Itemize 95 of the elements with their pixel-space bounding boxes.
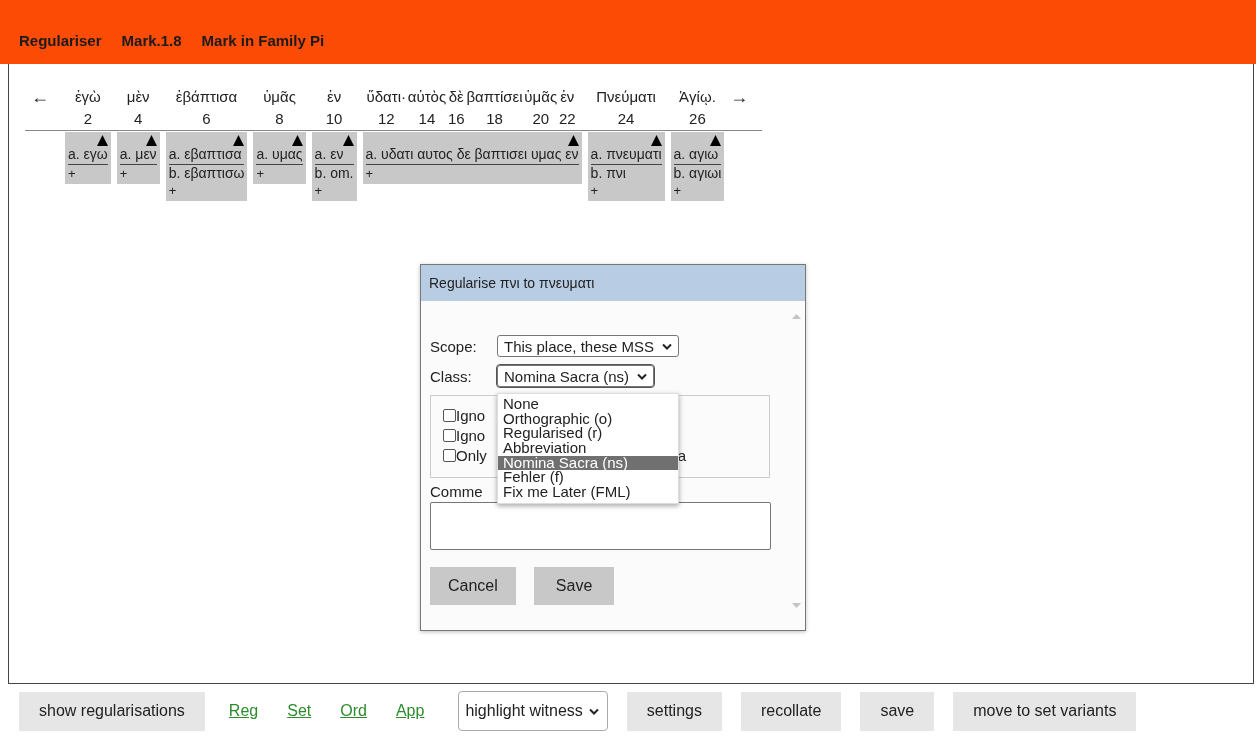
header-title: Mark in Family Pi [201, 31, 325, 49]
index-number: 26 [689, 109, 706, 129]
field-label: Comme [430, 483, 483, 500]
dropdown-select[interactable]: This place, these MSS [497, 335, 680, 357]
add-reading-button[interactable]: + [256, 167, 265, 181]
word-label: ὕδατι· [366, 87, 406, 107]
index-number: 4 [134, 109, 143, 129]
reading-label: b. πνι [590, 165, 627, 182]
view-link[interactable]: Reg [228, 702, 259, 720]
index-number: 14 [418, 109, 436, 129]
index-number: 12 [377, 109, 395, 129]
menu-option[interactable]: Orthographic (o) [498, 411, 678, 427]
dialog-button[interactable]: Cancel [430, 567, 516, 605]
comment-field[interactable] [430, 502, 771, 550]
menu-option[interactable]: None [498, 397, 678, 412]
witness-select[interactable]: highlight witness [458, 691, 608, 731]
checkbox[interactable] [443, 408, 456, 422]
add-reading-button[interactable]: + [168, 184, 177, 198]
triangle-icon[interactable] [342, 135, 354, 146]
triangle-icon[interactable] [291, 135, 303, 146]
menu-option[interactable]: Fix me Later (FML) [498, 485, 678, 500]
field-label: Scope: [430, 337, 478, 355]
menu-option[interactable]: Fehler (f) [498, 470, 678, 486]
word-label: ὑμᾶς [263, 87, 296, 107]
header-title: Regulariser [19, 31, 102, 49]
dialog-title: Regularise πνι to πνευματι [421, 265, 805, 301]
word-label: ἐν [560, 87, 575, 107]
chevron-icon [637, 372, 648, 380]
menu-option[interactable]: Abbreviation [498, 441, 678, 456]
reading-label: a. μεν [119, 146, 157, 165]
word-label: ὑμᾶς [524, 87, 558, 107]
reading-label: a. πνευματι [590, 146, 662, 165]
add-reading-button[interactable]: + [314, 184, 323, 198]
checkbox-label: Igno [456, 406, 486, 424]
chevron-icon [588, 707, 599, 715]
checkbox[interactable] [443, 428, 456, 442]
dropdown-select[interactable]: Nomina Sacra (ns) [497, 365, 655, 387]
add-reading-button[interactable]: + [119, 167, 128, 181]
index-number: 24 [617, 109, 635, 129]
word-label: ἐγὼ [74, 87, 101, 107]
add-reading-button[interactable]: + [673, 184, 682, 198]
index-number: 10 [325, 109, 343, 129]
word-label: ἐβάπτισα [175, 87, 238, 107]
reading-label: b. εβαπτισω [168, 165, 245, 182]
triangle-icon[interactable] [96, 135, 108, 146]
add-reading-button[interactable]: + [590, 184, 599, 198]
view-link[interactable]: App [395, 702, 425, 720]
header-title: Mark.1.8 [121, 31, 182, 49]
checkbox-label: a [677, 446, 686, 464]
reading-label: a. αγιω [673, 146, 722, 165]
next-arrow[interactable]: → [730, 87, 757, 130]
triangle-icon[interactable] [710, 135, 722, 146]
menu-option[interactable]: Regularised (r) [498, 426, 678, 442]
toolbar-button[interactable]: settings [626, 691, 722, 731]
add-reading-button[interactable]: + [365, 167, 374, 181]
checkbox-label: Igno [456, 426, 486, 444]
index-number: 18 [486, 109, 503, 129]
previous-arrow[interactable]: ← [25, 87, 59, 130]
word-label: Ἁγίῳ. [679, 87, 716, 107]
index-number: 6 [202, 109, 211, 129]
view-link[interactable]: Set [287, 702, 312, 720]
triangle-icon[interactable] [650, 135, 662, 146]
index-number: 8 [275, 109, 284, 129]
index-number: 20 [532, 109, 550, 129]
triangle-icon[interactable] [233, 135, 245, 146]
reading-label: b. om. [314, 165, 354, 182]
word-label: Πνεύματι [596, 87, 656, 107]
index-number: 22 [558, 109, 576, 129]
index-number: 16 [447, 109, 465, 129]
toolbar-button[interactable]: move to set variants [953, 691, 1137, 731]
view-link[interactable]: Ord [340, 702, 367, 720]
word-label: δὲ [448, 87, 464, 107]
toolbar-button[interactable]: recollate [740, 691, 842, 731]
index-number: 2 [83, 109, 93, 129]
toolbar-button[interactable]: show regularisations [19, 691, 205, 731]
menu-option[interactable]: Nomina Sacra (ns) [498, 455, 678, 471]
toolbar-button[interactable]: save [860, 691, 935, 731]
reading-label: a. εβαπτισα [168, 146, 245, 165]
reading-label: a. εν [314, 146, 354, 165]
chevron-icon [662, 342, 673, 350]
reading-label: b. αγιωι [673, 165, 722, 182]
triangle-icon[interactable] [145, 135, 157, 146]
word-label: ἐν [326, 87, 342, 107]
field-label: Class: [430, 367, 473, 385]
word-label: μὲν [126, 87, 150, 107]
reading-label: a. υδατι αυτος δε βαπτισει υμας εν [365, 146, 579, 165]
reading-label: a. υμας [256, 146, 303, 165]
word-label: βαπτίσει [466, 87, 523, 107]
reading-label: a. εγω [68, 146, 108, 165]
checkbox-label: Only [456, 446, 487, 464]
checkbox[interactable] [443, 448, 456, 462]
dialog-button[interactable]: Save [533, 567, 615, 605]
word-label: αὐτὸς [407, 87, 447, 107]
triangle-icon[interactable] [567, 135, 579, 146]
add-reading-button[interactable]: + [68, 167, 76, 181]
